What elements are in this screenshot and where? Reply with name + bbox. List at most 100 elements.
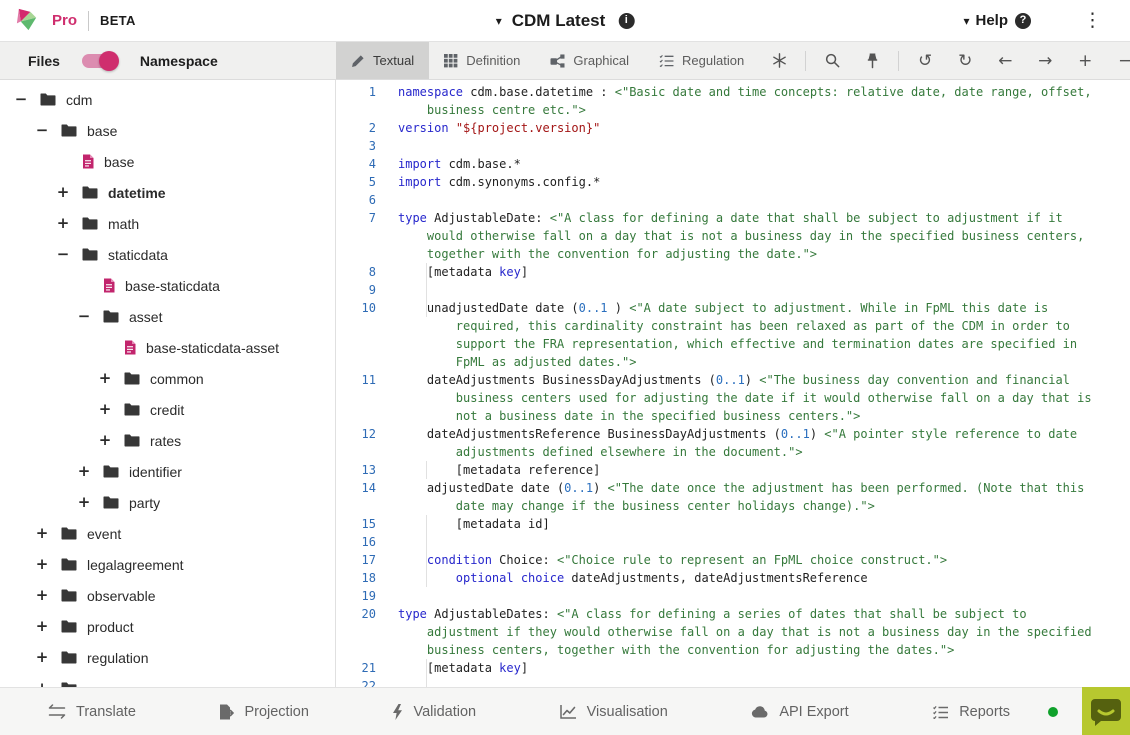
tree-item-party[interactable]: +party <box>0 487 335 518</box>
tab-definition[interactable]: Definition <box>429 42 535 79</box>
expand-toggle[interactable]: + <box>77 495 91 510</box>
code-editor[interactable]: 1namespace cdm.base.datetime : <"Basic d… <box>336 80 1130 687</box>
tree-item-credit[interactable]: +credit <box>0 394 335 425</box>
files-namespace-toggle[interactable] <box>82 54 116 68</box>
plus-icon[interactable]: + <box>1072 51 1098 71</box>
code-line[interactable]: 15 [metadata id] <box>336 515 1130 533</box>
code-line[interactable]: 2version "${project.version}" <box>336 119 1130 137</box>
bottom-tab-validation[interactable]: Validation <box>392 704 476 720</box>
expand-toggle[interactable]: + <box>56 185 70 200</box>
search-icon[interactable] <box>819 52 845 69</box>
code-line[interactable]: 10 unadjustedDate date (0..1 ) <"A date … <box>336 299 1130 317</box>
expand-toggle[interactable]: + <box>77 464 91 479</box>
workspace-selector[interactable]: ▾ CDM Latest i <box>496 11 635 31</box>
pin-icon[interactable] <box>859 52 885 69</box>
info-icon[interactable]: i <box>618 13 634 29</box>
expand-toggle[interactable]: + <box>98 371 112 386</box>
collapse-toggle[interactable]: − <box>35 123 49 138</box>
code-line[interactable]: 12 dateAdjustmentsReference BusinessDayA… <box>336 425 1130 443</box>
tree-item-base-staticdata[interactable]: base-staticdata <box>0 270 335 301</box>
tree-item-base-staticdata-asset[interactable]: base-staticdata-asset <box>0 332 335 363</box>
chat-launcher[interactable] <box>1082 687 1130 735</box>
tree-item-label: math <box>108 216 139 232</box>
code-line[interactable]: date may change if the business center h… <box>336 497 1130 515</box>
tree-item-asset[interactable]: −asset <box>0 301 335 332</box>
expand-toggle[interactable]: + <box>98 402 112 417</box>
tree-item-base[interactable]: −base <box>0 115 335 146</box>
tree-item-rates[interactable]: +rates <box>0 425 335 456</box>
bottom-tab-api-export[interactable]: API Export <box>751 704 848 720</box>
expand-toggle[interactable]: + <box>35 526 49 541</box>
code-line[interactable]: would otherwise fall on a day that is no… <box>336 227 1130 245</box>
tree-item-event[interactable]: +event <box>0 518 335 549</box>
code-line[interactable]: 16 <box>336 533 1130 551</box>
line-number: 5 <box>336 173 376 191</box>
code-line[interactable]: 7type AdjustableDate: <"A class for defi… <box>336 209 1130 227</box>
expand-toggle[interactable]: + <box>98 433 112 448</box>
code-line[interactable]: FpML as adjusted dates."> <box>336 353 1130 371</box>
tree-item-blank[interactable]: + <box>0 673 335 687</box>
file-icon <box>82 154 94 169</box>
help-menu[interactable]: Help <box>975 12 1008 29</box>
tab-graphical[interactable]: Graphical <box>535 42 644 79</box>
tab-textual[interactable]: Textual <box>336 42 429 79</box>
tree-item-datetime[interactable]: +datetime <box>0 177 335 208</box>
expand-toggle[interactable]: + <box>35 650 49 665</box>
bottom-tab-projection[interactable]: Projection <box>219 704 308 720</box>
collapse-toggle[interactable]: − <box>14 92 28 107</box>
code-line[interactable]: adjustment if they would otherwise fall … <box>336 623 1130 641</box>
tree-item-common[interactable]: +common <box>0 363 335 394</box>
code-line[interactable]: 14 adjustedDate date (0..1) <"The date o… <box>336 479 1130 497</box>
help-icon[interactable]: ? <box>1015 13 1031 29</box>
code-line[interactable]: support the FRA representation, which ef… <box>336 335 1130 353</box>
code-line[interactable]: 8 [metadata key] <box>336 263 1130 281</box>
tree-item-identifier[interactable]: +identifier <box>0 456 335 487</box>
code-line[interactable]: 5import cdm.synonyms.config.* <box>336 173 1130 191</box>
minus-icon[interactable]: − <box>1112 51 1130 71</box>
undo-icon[interactable]: ↺ <box>912 51 938 71</box>
code-line[interactable]: 3 <box>336 137 1130 155</box>
code-line[interactable]: 20type AdjustableDates: <"A class for de… <box>336 605 1130 623</box>
code-line[interactable]: business centers used for adjusting the … <box>336 389 1130 407</box>
code-line[interactable]: 9 <box>336 281 1130 299</box>
tree-item-math[interactable]: + math <box>0 208 335 239</box>
bottom-tab-visualisation[interactable]: Visualisation <box>560 704 668 720</box>
tree-item-cdm[interactable]: −cdm <box>0 84 335 115</box>
tree-item-regulation[interactable]: +regulation <box>0 642 335 673</box>
collapse-toggle[interactable]: − <box>77 309 91 324</box>
code-line[interactable]: 18 optional choice dateAdjustments, date… <box>336 569 1130 587</box>
redo-icon[interactable]: ↻ <box>952 51 978 71</box>
code-line[interactable]: 13 [metadata reference] <box>336 461 1130 479</box>
code-line[interactable]: 11 dateAdjustments BusinessDayAdjustment… <box>336 371 1130 389</box>
kebab-menu-icon[interactable]: ⋮ <box>1083 11 1102 30</box>
code-line[interactable]: 17 condition Choice: <"Choice rule to re… <box>336 551 1130 569</box>
code-line[interactable]: 22 <box>336 677 1130 687</box>
code-line[interactable]: 19 <box>336 587 1130 605</box>
asterisk-icon[interactable] <box>766 52 792 69</box>
tree-item-observable[interactable]: +observable <box>0 580 335 611</box>
arrow-right-icon[interactable]: → <box>1032 51 1058 71</box>
expand-toggle[interactable]: + <box>35 557 49 572</box>
bottom-tab-translate[interactable]: Translate <box>48 704 136 720</box>
code-line[interactable]: 21 [metadata key] <box>336 659 1130 677</box>
code-line[interactable]: 6 <box>336 191 1130 209</box>
tree-item-staticdata[interactable]: −staticdata <box>0 239 335 270</box>
code-line[interactable]: 1namespace cdm.base.datetime : <"Basic d… <box>336 83 1130 101</box>
code-line[interactable]: business centers, together with the conv… <box>336 641 1130 659</box>
code-line[interactable]: adjustments defined elsewhere in the doc… <box>336 443 1130 461</box>
code-line[interactable]: required, this cardinality constraint ha… <box>336 317 1130 335</box>
arrow-left-icon[interactable]: ← <box>992 51 1018 71</box>
bottom-tab-reports[interactable]: Reports <box>932 704 1010 720</box>
code-line[interactable]: not a business date in the specified bus… <box>336 407 1130 425</box>
code-line[interactable]: business centre etc."> <box>336 101 1130 119</box>
expand-toggle[interactable]: + <box>35 588 49 603</box>
collapse-toggle[interactable]: − <box>56 247 70 262</box>
tree-item-product[interactable]: +product <box>0 611 335 642</box>
expand-toggle[interactable]: + <box>35 619 49 634</box>
expand-toggle[interactable]: + <box>56 216 70 231</box>
tree-item-base[interactable]: base <box>0 146 335 177</box>
code-line[interactable]: together with the convention for adjusti… <box>336 245 1130 263</box>
code-line[interactable]: 4import cdm.base.* <box>336 155 1130 173</box>
tree-item-legalagreement[interactable]: +legalagreement <box>0 549 335 580</box>
tab-regulation[interactable]: Regulation <box>644 42 759 79</box>
